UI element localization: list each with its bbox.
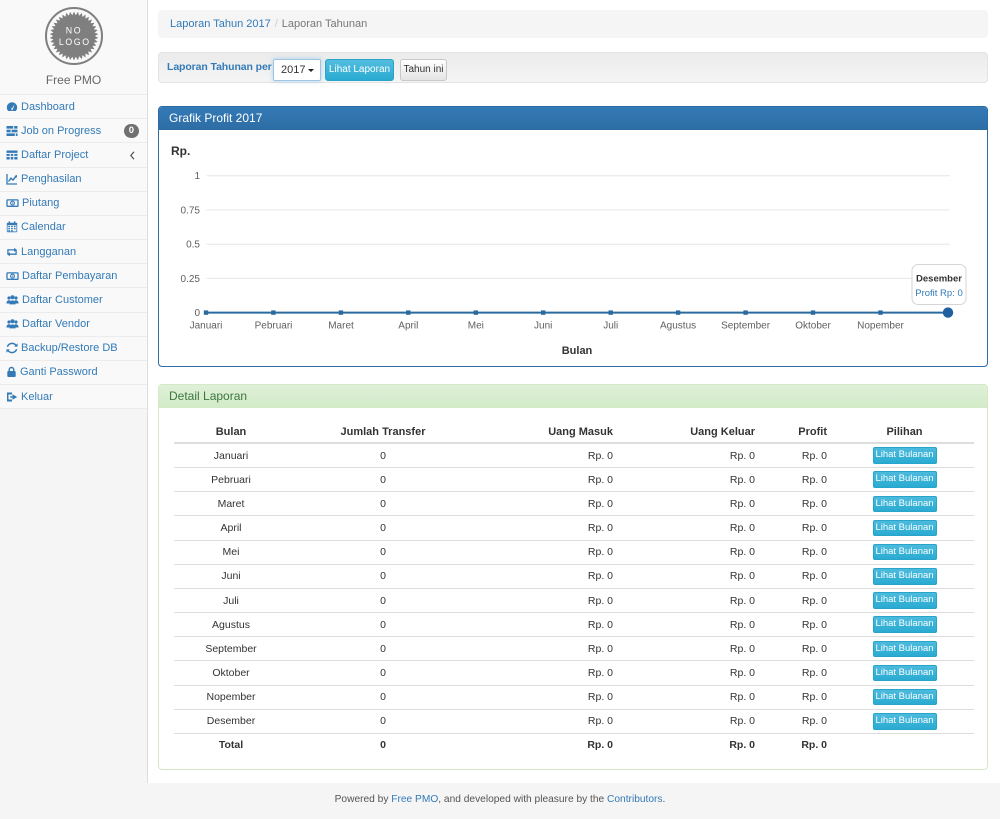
svg-text:Nopember: Nopember (857, 321, 904, 332)
svg-text:Januari: Januari (190, 321, 223, 332)
svg-text:0.25: 0.25 (181, 274, 201, 285)
svg-text:0: 0 (194, 308, 200, 319)
svg-text:NO: NO (65, 26, 81, 36)
svg-text:April: April (398, 321, 418, 332)
svg-text:LOGO: LOGO (58, 37, 90, 47)
svg-text:Pebruari: Pebruari (255, 321, 293, 332)
svg-text:Maret: Maret (328, 321, 354, 332)
svg-text:Profit Rp: 0: Profit Rp: 0 (915, 288, 963, 299)
svg-text:Mei: Mei (468, 321, 484, 332)
svg-text:Bulan: Bulan (562, 345, 593, 357)
svg-text:Oktober: Oktober (795, 321, 831, 332)
svg-text:Juni: Juni (534, 321, 552, 332)
svg-text:September: September (721, 321, 771, 332)
svg-text:Agustus: Agustus (660, 321, 696, 332)
svg-text:1: 1 (194, 171, 200, 182)
svg-text:Rp.: Rp. (171, 144, 190, 158)
svg-text:Juli: Juli (603, 321, 618, 332)
svg-text:Desember: Desember (916, 274, 962, 285)
svg-text:0.75: 0.75 (181, 205, 201, 216)
svg-text:0.5: 0.5 (186, 240, 200, 251)
